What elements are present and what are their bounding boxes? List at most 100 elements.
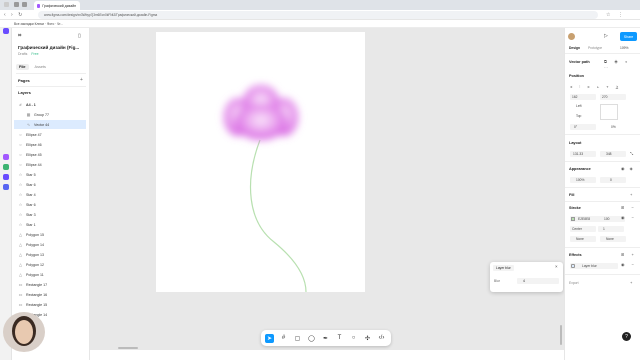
app-icon[interactable] — [3, 184, 9, 190]
shape-tool-icon[interactable]: ▢ — [293, 334, 302, 343]
effects-actions-icon[interactable]: ⊞ + — [621, 252, 637, 257]
panel-toggle-icon[interactable]: ▯ — [78, 33, 81, 39]
share-button[interactable]: Share — [620, 32, 637, 41]
help-icon[interactable]: ? — [622, 332, 631, 341]
layer-row[interactable]: △ Polygon 15 — [14, 230, 86, 239]
opacity-value: 100% — [576, 178, 585, 182]
add-page-icon[interactable]: + — [80, 77, 83, 83]
app-icon[interactable] — [3, 174, 9, 180]
app-icon[interactable] — [3, 154, 9, 160]
layer-row[interactable]: ○ Ellipse 47 — [14, 130, 86, 139]
effect-settings-popup: Layer blur × Blur 4 — [490, 262, 563, 292]
sidebar-toggle-icon[interactable] — [4, 2, 9, 7]
actions-tool-icon[interactable]: ✣ — [363, 334, 372, 343]
corner-radius-field[interactable] — [600, 177, 626, 183]
tab-prototype[interactable]: Prototype — [588, 46, 602, 50]
resize-icon[interactable]: ⤡ — [630, 151, 633, 156]
layer-row[interactable]: ▭ Rectangle 17 — [14, 280, 86, 289]
pen-tool-icon[interactable]: ✒ — [321, 334, 330, 343]
layer-row[interactable]: ○ Ellipse 44 — [14, 160, 86, 169]
move-tool-icon[interactable]: ➤ — [265, 333, 274, 343]
browser-tab[interactable]: Графический дизайн (Fi... — [34, 1, 80, 10]
pages-header[interactable]: Pages — [18, 78, 30, 83]
effect-name[interactable]: Layer blur — [582, 264, 597, 268]
constraint-horizontal[interactable]: Left — [576, 104, 582, 108]
avatar[interactable] — [568, 33, 575, 40]
horizontal-scrollbar[interactable] — [118, 347, 138, 349]
layer-row[interactable]: △ Polygon 12 — [14, 260, 86, 269]
effect-type-select[interactable]: Layer blur — [493, 265, 514, 271]
constraint-widget[interactable] — [600, 104, 618, 120]
blur-input[interactable]: 4 — [517, 278, 559, 284]
stem-vector[interactable] — [249, 139, 307, 292]
layer-row[interactable]: ▭ Rectangle 15 — [14, 300, 86, 309]
component-actions-icon[interactable]: ⧉ ◈ ◐ ⋯ — [604, 59, 640, 69]
add-fill-icon[interactable]: + — [630, 192, 632, 197]
app-icon[interactable] — [3, 28, 9, 34]
layer-row[interactable]: ○ Ellipse 46 — [14, 140, 86, 149]
layer-row[interactable]: ☆ Star 5 — [14, 170, 86, 179]
layer-row[interactable]: ▦ Group 77 — [14, 110, 86, 119]
ellipse-tool-icon[interactable]: ◯ — [307, 334, 316, 343]
height-field[interactable] — [600, 151, 626, 157]
stroke-visibility-icon[interactable]: ◉ − — [621, 215, 637, 220]
stroke-actions-icon[interactable]: ⊞ − — [621, 205, 637, 210]
comment-tool-icon[interactable]: ○ — [349, 334, 358, 343]
tab-favicon-icon[interactable] — [22, 2, 27, 7]
tab-file[interactable]: File — [16, 64, 29, 70]
layer-type-icon: ▭ — [18, 302, 23, 307]
export-header[interactable]: Export — [569, 281, 579, 285]
tab-favicon-icon[interactable] — [14, 2, 19, 7]
effect-settings-icon[interactable] — [571, 264, 575, 268]
stroke-position-value: Center — [572, 227, 582, 231]
divider — [565, 201, 640, 202]
layer-row[interactable]: ☆ Star 4 — [14, 190, 86, 199]
app-icon[interactable] — [3, 164, 9, 170]
file-title[interactable]: Графический дизайн (Fig... — [18, 45, 79, 50]
visibility-icon[interactable]: ◉ ◈ — [621, 166, 635, 171]
flower-group[interactable] — [224, 85, 298, 140]
layer-row[interactable]: △ Polygon 13 — [14, 250, 86, 259]
close-icon[interactable]: × — [555, 264, 558, 269]
stroke-width-field[interactable] — [598, 226, 624, 232]
drafts-label[interactable]: Drafts — [18, 52, 27, 56]
text-tool-icon[interactable]: T — [335, 334, 344, 343]
effect-visibility-icon[interactable]: ◉ − — [621, 262, 637, 267]
layer-name: Star 1 — [26, 222, 36, 227]
layer-row[interactable]: ☆ Star 1 — [14, 220, 86, 229]
constraint-vertical[interactable]: Top — [576, 114, 581, 118]
layer-row[interactable]: # A4 - 1 — [14, 100, 86, 109]
tab-design[interactable]: Design — [569, 46, 580, 50]
url-field[interactable]: www.figma.com/design/xn3Wbyp7j3m6Ecn0kFN… — [38, 11, 598, 19]
layer-row[interactable]: ○ Ellipse 45 — [14, 150, 86, 159]
browser-menu-icon[interactable]: ☆ ⋮ — [606, 12, 626, 18]
dev-mode-icon[interactable]: ‹/› — [377, 334, 386, 343]
petal-ellipse[interactable] — [235, 104, 287, 140]
layer-row[interactable]: ▭ Rectangle 16 — [14, 290, 86, 299]
layer-row[interactable]: △ Polygon 14 — [14, 240, 86, 249]
align-icons[interactable]: ⫷ ⫶ ⫸ ⫠ ⫟ ⫡ — [570, 84, 621, 89]
presenter-face — [15, 320, 33, 344]
zoom-level[interactable]: 109% — [620, 46, 628, 50]
tab-group[interactable] — [14, 2, 27, 7]
add-export-icon[interactable]: + — [630, 280, 632, 285]
layer-type-icon: ▭ — [18, 292, 23, 297]
frame-tool-icon[interactable]: # — [279, 334, 288, 343]
stroke-swatch[interactable] — [571, 217, 575, 221]
position-header: Position — [569, 74, 584, 78]
divider — [565, 247, 640, 248]
tab-assets[interactable]: Assets — [35, 64, 46, 70]
vertical-scrollbar[interactable] — [560, 325, 562, 345]
window-controls[interactable] — [4, 2, 9, 8]
figma-menu-icon[interactable]: ⌗ — [18, 33, 21, 40]
x-value: 162 — [572, 95, 578, 99]
bookmarks-bar[interactable]: Все закладки Ключи · Фото · Чт... — [0, 20, 640, 28]
layer-row[interactable]: ∿ Vector 44 — [14, 120, 86, 129]
layer-row[interactable]: ☆ Star 6 — [14, 200, 86, 209]
layer-row[interactable]: ☆ Star 3 — [14, 210, 86, 219]
layer-type-icon: ∿ — [26, 122, 31, 127]
layer-row[interactable]: ☆ Star 6 — [14, 180, 86, 189]
present-icon[interactable]: ▷ — [604, 33, 608, 39]
nav-buttons[interactable]: ‹ › ↻ — [4, 12, 24, 18]
layer-row[interactable]: △ Polygon 11 — [14, 270, 86, 279]
